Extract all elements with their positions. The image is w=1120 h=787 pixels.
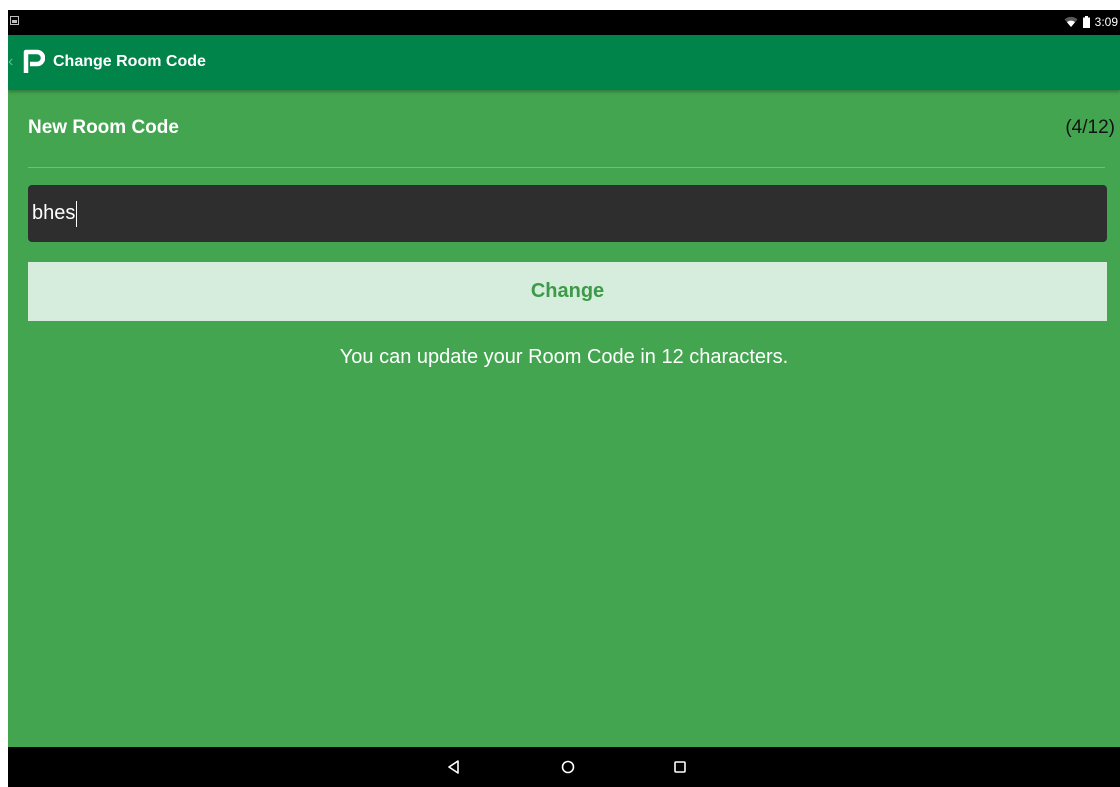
status-indicators: 3:09: [1064, 14, 1118, 30]
room-code-input-value: bhes: [32, 202, 76, 224]
change-button-label: Change: [530, 280, 605, 302]
battery-icon: [1082, 16, 1090, 28]
back-triangle-icon[interactable]: [445, 758, 463, 776]
room-code-input[interactable]: bhes: [28, 185, 1107, 242]
divider: [28, 167, 1105, 168]
change-button[interactable]: Change: [28, 262, 1107, 321]
app-bar: ‹ Change Room Code: [8, 35, 1120, 90]
image-notification-icon: [10, 16, 19, 25]
recents-square-icon[interactable]: [671, 758, 689, 776]
info-text: You can update your Room Code in 12 char…: [339, 346, 789, 368]
back-arrow-icon[interactable]: ‹: [8, 53, 16, 71]
character-counter: (4/12): [1065, 117, 1115, 138]
text-cursor: [76, 200, 78, 227]
app-screen: 3:09 ‹ Change Room Code New Room Code (4…: [8, 10, 1120, 787]
wifi-icon: [1064, 16, 1078, 28]
status-time: 3:09: [1094, 15, 1118, 29]
page-title: Change Room Code: [53, 53, 206, 70]
status-bar: 3:09: [8, 10, 1120, 35]
app-logo-icon: [23, 49, 46, 75]
home-circle-icon[interactable]: [559, 758, 577, 776]
navigation-bar: [8, 747, 1120, 787]
new-room-code-label: New Room Code: [28, 117, 179, 138]
